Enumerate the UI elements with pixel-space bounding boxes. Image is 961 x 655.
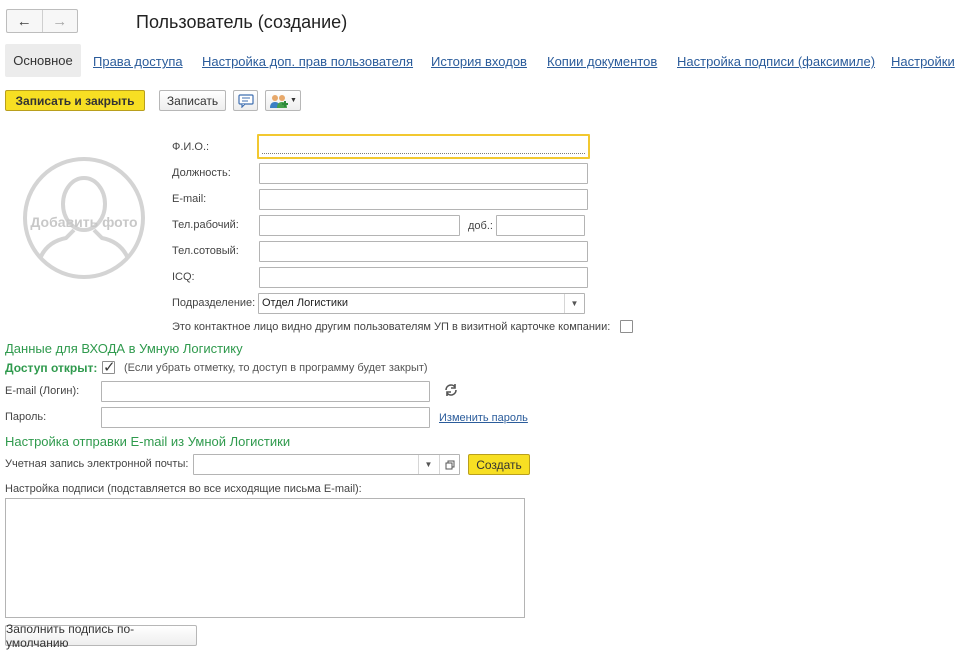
signature-label: Настройка подписи (подставляется во все …	[5, 483, 362, 495]
login-section-title: Данные для ВХОДА в Умную Логистику	[5, 341, 243, 356]
department-select[interactable]: Отдел Логистики ▼	[258, 293, 585, 314]
position-input[interactable]	[259, 163, 588, 184]
tab-main[interactable]: Основное	[5, 44, 81, 77]
icq-label: ICQ:	[172, 271, 195, 283]
email-account-select[interactable]: ▼	[193, 454, 460, 475]
forward-arrow-icon[interactable]: →	[43, 10, 78, 32]
access-hint: (Если убрать отметку, то доступ в програ…	[124, 362, 428, 374]
visible-contact-checkbox[interactable]	[620, 320, 633, 333]
back-arrow-icon[interactable]: ←	[7, 10, 43, 32]
nav-buttons: ← →	[6, 9, 78, 33]
fio-input[interactable]	[257, 134, 590, 159]
department-value: Отдел Логистики	[262, 297, 349, 309]
create-account-button[interactable]: Создать	[468, 454, 530, 475]
fill-default-signature-button[interactable]: Заполнить подпись по-умолчанию	[5, 622, 197, 650]
page-title: Пользователь (создание)	[136, 12, 348, 32]
add-photo-label[interactable]: Добавить фото	[22, 214, 146, 230]
department-label: Подразделение:	[172, 297, 256, 309]
email-label: E-mail:	[172, 193, 207, 205]
signature-textarea[interactable]	[5, 498, 525, 618]
tab-access-rights[interactable]: Права доступа	[93, 54, 183, 69]
email-section-title: Настройка отправки E-mail из Умной Логис…	[5, 434, 291, 449]
save-button[interactable]: Записать	[159, 90, 226, 111]
refresh-icon[interactable]	[443, 382, 459, 398]
extension-input[interactable]	[496, 215, 585, 236]
fio-label: Ф.И.О.:	[172, 141, 210, 153]
email-account-label: Учетная запись электронной почты:	[5, 458, 189, 470]
dropdown-arrow-icon[interactable]: ▼	[564, 294, 584, 313]
comment-icon	[237, 93, 254, 108]
work-phone-label: Тел.рабочий:	[172, 219, 239, 231]
login-email-label: E-mail (Логин):	[5, 385, 80, 397]
email-input[interactable]	[259, 189, 588, 210]
users-add-icon	[270, 94, 289, 108]
tab-signature-settings[interactable]: Настройка подписи (факсимиле)	[677, 54, 875, 69]
open-window-icon[interactable]	[439, 455, 459, 474]
save-and-close-button[interactable]: Записать и закрыть	[5, 90, 145, 111]
tab-login-history[interactable]: История входов	[431, 54, 527, 69]
tab-document-copies[interactable]: Копии документов	[547, 54, 657, 69]
password-label: Пароль:	[5, 411, 47, 423]
position-label: Должность:	[172, 167, 231, 179]
icq-input[interactable]	[259, 267, 588, 288]
users-menu-button[interactable]: ▼	[265, 90, 301, 111]
access-open-label: Доступ открыт:	[5, 361, 98, 375]
mobile-phone-label: Тел.сотовый:	[172, 245, 239, 257]
work-phone-input[interactable]	[259, 215, 460, 236]
comment-button[interactable]	[233, 90, 258, 111]
visible-contact-label: Это контактное лицо видно другим пользов…	[172, 321, 611, 333]
dropdown-arrow-icon[interactable]: ▼	[418, 455, 438, 474]
change-password-link[interactable]: Изменить пароль	[439, 412, 528, 424]
extension-label: доб.:	[468, 220, 493, 232]
mobile-phone-input[interactable]	[259, 241, 588, 262]
tab-extra-rights[interactable]: Настройка доп. прав пользователя	[202, 54, 413, 69]
tab-settings[interactable]: Настройки	[891, 54, 955, 69]
login-email-input[interactable]	[101, 381, 430, 402]
password-input[interactable]	[101, 407, 430, 428]
chevron-down-icon: ▼	[290, 97, 297, 104]
checkmark-icon: ✓	[103, 359, 116, 376]
